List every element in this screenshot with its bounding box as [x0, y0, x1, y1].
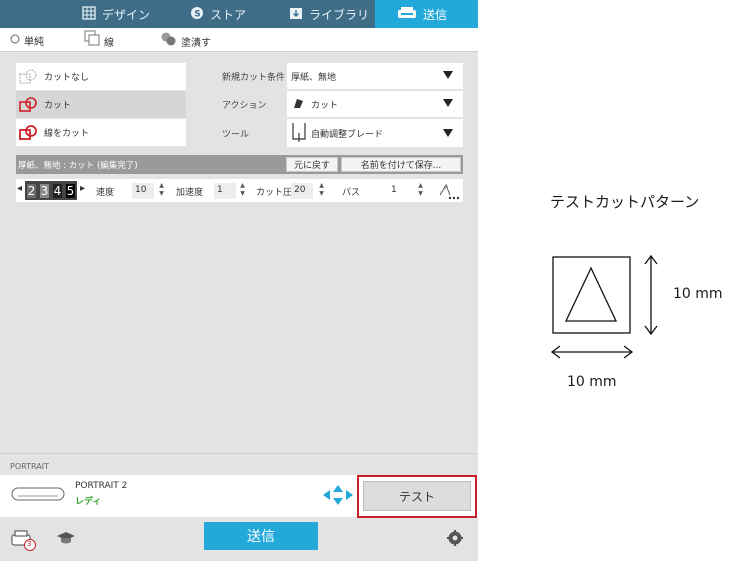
save-as-label: 名前を付けて保存... — [360, 161, 442, 171]
cut-option-cut[interactable]: カット — [16, 91, 186, 118]
status-text: 厚紙、無地 : カット (編集完了) — [18, 160, 138, 171]
height-label: 10 mm — [673, 286, 723, 302]
fill-icon — [161, 32, 177, 49]
more-options-icon[interactable] — [436, 181, 460, 204]
pass-value[interactable]: 1 — [388, 183, 410, 199]
silhouette-send-panel: デザイン S ストア ライブラリ 送信 単純 線 塗潰す カットなし カット 線… — [0, 0, 478, 561]
material-value: 厚紙、無地 — [291, 72, 337, 83]
cut-settings-status: 厚紙、無地 : カット (編集完了) 元に戻す 名前を付けて保存... — [16, 155, 463, 174]
arrow-right-icon[interactable]: ▸ — [80, 183, 85, 194]
mode-fill-label: 塗潰す — [181, 38, 211, 49]
mode-fill[interactable]: 塗潰す — [161, 31, 211, 49]
save-as-button[interactable]: 名前を付けて保存... — [341, 157, 461, 172]
accel-stepper[interactable]: ▲ ▼ — [239, 182, 246, 199]
pass-label: パス — [342, 188, 361, 198]
blade-depth-selector[interactable]: 2 3 4 5 — [25, 181, 77, 200]
blade-digit[interactable]: 3 — [39, 183, 50, 198]
line-icon — [84, 30, 100, 49]
test-triangle — [564, 266, 618, 322]
tab-store[interactable]: S ストア — [190, 0, 246, 28]
grid-icon — [82, 5, 96, 23]
tab-send-label: 送信 — [423, 7, 448, 22]
blade-icon — [291, 96, 305, 113]
cut-parameters: ◂ 2 3 4 5 ▸ 速度 10 ▲ ▼ 加速度 1 ▲ ▼ カット圧 20 ▲ ▼… — [16, 179, 463, 202]
device-section-header: PORTRAIT — [0, 453, 478, 475]
device-section-label: PORTRAIT — [10, 462, 49, 471]
blade-digit[interactable]: 5 — [65, 183, 76, 198]
action-label: アクション — [222, 101, 267, 111]
cut-option-cut-label: カット — [44, 101, 72, 111]
highlight-frame — [357, 475, 477, 518]
line-cut-icon — [18, 124, 40, 141]
test-pattern-title: テストカットパターン — [550, 193, 700, 211]
queue-badge: 3 — [27, 540, 32, 548]
graduation-cap-icon[interactable] — [56, 530, 76, 550]
tool-select[interactable]: 自動調整ブレード — [287, 119, 463, 147]
arrow-left-icon[interactable]: ◂ — [17, 183, 22, 194]
autoblade-icon — [291, 121, 307, 146]
tool-label: ツール — [222, 130, 250, 140]
main-tab-bar: デザイン S ストア ライブラリ 送信 — [0, 0, 478, 28]
tab-library-label: ライブラリ — [309, 7, 370, 22]
send-icon — [397, 6, 417, 23]
gear-icon[interactable] — [447, 530, 463, 550]
tab-store-label: ストア — [210, 7, 247, 22]
store-icon: S — [190, 6, 204, 23]
send-button-label: 送信 — [247, 529, 275, 545]
radio-icon — [10, 34, 20, 47]
mode-line-label: 線 — [104, 38, 114, 49]
move-arrows-icon[interactable] — [322, 484, 354, 510]
force-stepper[interactable]: ▲ ▼ — [318, 182, 325, 199]
tool-value: 自動調整ブレード — [311, 129, 384, 140]
speed-value[interactable]: 10 — [132, 183, 154, 199]
svg-text:S: S — [194, 9, 200, 19]
speed-stepper[interactable]: ▲ ▼ — [158, 182, 165, 199]
width-label: 10 mm — [567, 374, 617, 390]
cut-option-line-cut[interactable]: 線をカット — [16, 119, 186, 146]
accel-value[interactable]: 1 — [214, 183, 236, 199]
tab-design[interactable]: デザイン — [82, 0, 150, 28]
pass-stepper[interactable]: ▲ ▼ — [417, 182, 424, 199]
revert-button[interactable]: 元に戻す — [286, 157, 338, 172]
mode-simple[interactable]: 単純 — [10, 33, 44, 48]
library-icon — [289, 6, 303, 23]
mode-simple-label: 単純 — [24, 37, 44, 48]
revert-label: 元に戻す — [293, 161, 330, 171]
chevron-down-icon — [443, 129, 453, 137]
cut-option-none-label: カットなし — [44, 73, 90, 83]
tab-send[interactable]: 送信 — [375, 0, 478, 28]
no-cut-icon — [18, 69, 40, 85]
accel-label: 加速度 — [176, 188, 204, 198]
cutter-icon — [10, 484, 66, 508]
tab-design-label: デザイン — [102, 7, 151, 22]
action-value: カット — [311, 100, 339, 111]
action-select[interactable]: カット — [287, 91, 463, 117]
material-select[interactable]: 厚紙、無地 — [287, 63, 463, 89]
chevron-down-icon — [443, 71, 453, 79]
mode-bar: 単純 線 塗潰す — [0, 28, 478, 52]
force-label: カット圧 — [256, 188, 293, 198]
force-value[interactable]: 20 — [291, 183, 313, 199]
cut-option-line-cut-label: 線をカット — [44, 129, 90, 139]
cut-option-none[interactable]: カットなし — [16, 63, 186, 90]
device-status: レディ — [75, 497, 102, 507]
device-name: PORTRAIT 2 — [75, 481, 128, 491]
mode-line[interactable]: 線 — [84, 30, 114, 49]
send-button[interactable]: 送信 — [204, 522, 318, 550]
chevron-down-icon — [443, 99, 453, 107]
material-label: 新規カット条件 — [222, 73, 286, 83]
tab-library[interactable]: ライブラリ — [289, 0, 369, 28]
blade-digit[interactable]: 4 — [52, 183, 63, 198]
cut-icon — [18, 96, 40, 113]
speed-label: 速度 — [96, 188, 115, 198]
queue-icon[interactable]: 3 — [11, 529, 37, 555]
test-pattern-diagram — [550, 254, 658, 359]
blade-digit[interactable]: 2 — [26, 183, 37, 198]
